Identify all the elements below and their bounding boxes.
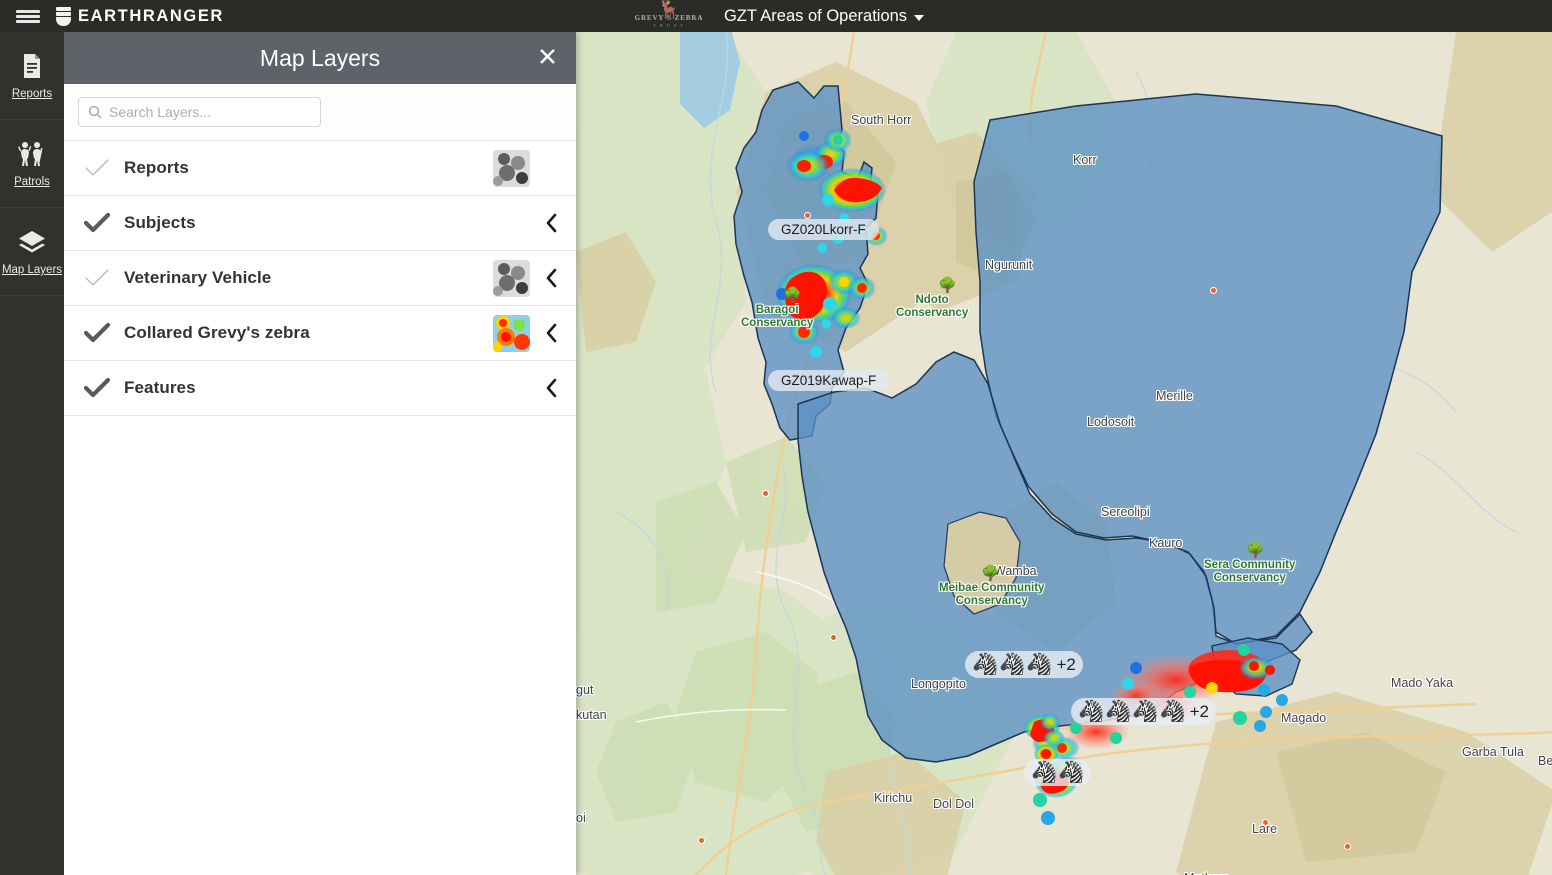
poi-marker[interactable]: [1210, 287, 1217, 294]
zebra-silhouette-icon: 🦌: [657, 0, 681, 20]
heatmap-thumbnail-color[interactable]: [493, 314, 530, 352]
search-box[interactable]: [78, 97, 321, 127]
layers-stack-icon: [17, 227, 47, 257]
grevys-zebra-trust-logo: 🦌 GREVY'S ZEBRA T R U S T: [628, 0, 710, 31]
layer-row-reports[interactable]: Reports: [64, 141, 576, 196]
map-layers-panel: Map Layers ✕ Reports Subjects Veterinary V…: [64, 32, 576, 875]
org-logo-line2: T R U S T: [653, 22, 685, 28]
hamburger-bar: [16, 19, 40, 23]
page-title: Map Layers: [259, 44, 381, 71]
layer-label: Features: [124, 378, 196, 397]
expand-chevron-icon[interactable]: [540, 268, 562, 288]
checkmark-unchecked-icon[interactable]: [84, 267, 124, 289]
panel-header: Map Layers ✕: [64, 32, 576, 84]
search-icon: [88, 105, 102, 119]
sidebar-item-patrols[interactable]: Patrols: [0, 120, 64, 208]
document-icon: [21, 51, 43, 81]
checkmark-checked-icon[interactable]: [84, 212, 124, 234]
layer-label: Subjects: [124, 213, 196, 232]
poi-marker[interactable]: [804, 212, 811, 219]
sidebar-item-label: Reports: [11, 88, 53, 100]
brand-name: EARTHRANGER: [78, 6, 224, 25]
poi-marker[interactable]: [830, 634, 837, 641]
poi-marker[interactable]: [1344, 843, 1351, 850]
sidebar-item-map-layers[interactable]: Map Layers: [0, 208, 64, 296]
poi-marker[interactable]: [762, 490, 769, 497]
checkmark-checked-icon[interactable]: [84, 322, 124, 344]
layer-label: Veterinary Vehicle: [124, 268, 272, 287]
map-graphics: [576, 32, 1552, 875]
layer-list: Reports Subjects Veterinary Vehicle Collare…: [64, 141, 576, 416]
search-input[interactable]: [109, 104, 299, 120]
expand-chevron-icon[interactable]: [540, 213, 562, 233]
poi-marker[interactable]: [698, 837, 705, 844]
brand-logo[interactable]: EARTHRANGER: [56, 6, 224, 26]
layer-label: Reports: [124, 158, 189, 177]
top-bar-center: 🦌 GREVY'S ZEBRA T R U S T GZT Areas of O…: [0, 0, 1552, 32]
hamburger-menu-icon[interactable]: [0, 0, 56, 32]
map-canvas[interactable]: South Horr Korr Ngurunit Merille Lodosoit Ser…: [576, 32, 1552, 875]
earthranger-shield-icon: [56, 6, 71, 26]
checkmark-unchecked-icon[interactable]: [84, 157, 124, 179]
expand-chevron-icon[interactable]: [540, 323, 562, 343]
heatmap-thumbnail-gray[interactable]: [493, 259, 530, 297]
operation-area-selector[interactable]: GZT Areas of Operations: [723, 6, 925, 26]
thumbnail-placeholder: [493, 370, 530, 407]
checkmark-checked-icon[interactable]: [84, 377, 124, 399]
chevron-down-icon: [914, 14, 925, 21]
poi-marker[interactable]: [1262, 819, 1269, 826]
layer-row-features[interactable]: Features: [64, 361, 576, 416]
search-section: [64, 84, 576, 141]
layer-row-subjects[interactable]: Subjects: [64, 196, 576, 251]
hamburger-bar: [16, 14, 40, 18]
patrols-people-icon: [17, 139, 47, 169]
thumbnail-placeholder: [493, 205, 530, 242]
sidebar-item-label: Patrols: [14, 176, 50, 188]
heatmap-thumbnail-gray[interactable]: [493, 149, 530, 187]
operation-area-label: GZT Areas of Operations: [723, 6, 908, 25]
layer-row-collared-grevy-s-zebra[interactable]: Collared Grevy's zebra: [64, 306, 576, 361]
layer-label: Collared Grevy's zebra: [124, 323, 310, 342]
sidebar-item-label: Map Layers: [1, 264, 63, 276]
top-bar: EARTHRANGER 🦌 GREVY'S ZEBRA T R U S T GZ…: [0, 0, 1552, 32]
close-icon[interactable]: ✕: [537, 45, 558, 71]
left-nav-rail: Reports Patrols Map Layers: [0, 32, 64, 875]
hamburger-bar: [16, 9, 40, 13]
layer-row-veterinary-vehicle[interactable]: Veterinary Vehicle: [64, 251, 576, 306]
expand-chevron-icon[interactable]: [540, 378, 562, 398]
sidebar-item-reports[interactable]: Reports: [0, 32, 64, 120]
